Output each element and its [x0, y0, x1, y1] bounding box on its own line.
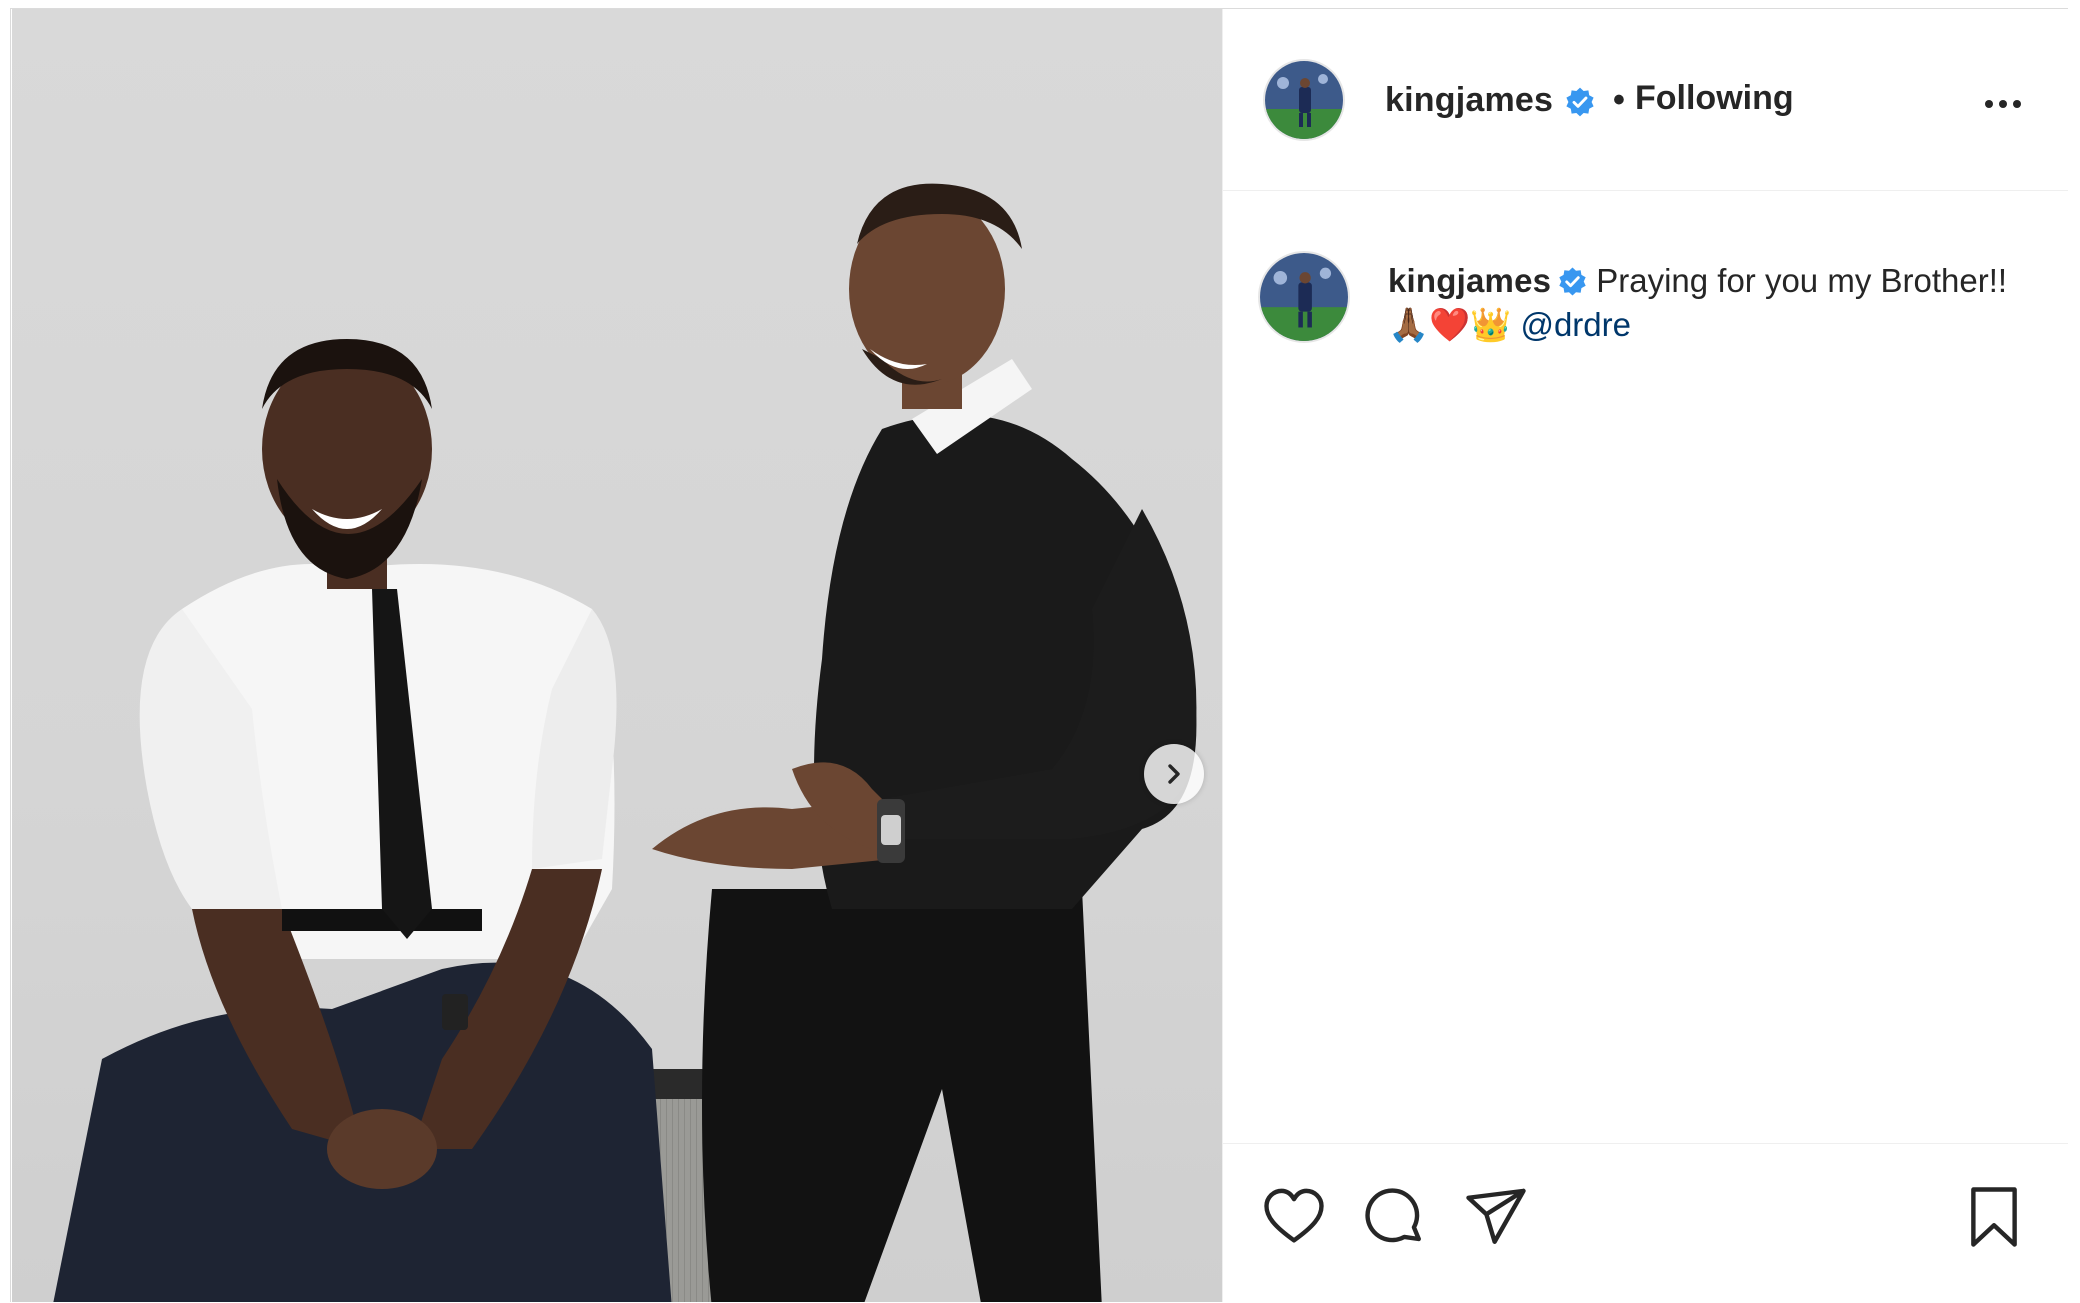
caption-mention-link[interactable]: @drdre — [1520, 306, 1631, 343]
more-options-icon[interactable] — [1983, 97, 2023, 111]
photo-illustration — [53, 183, 1197, 1302]
paper-plane-icon[interactable] — [1463, 1184, 1529, 1250]
heart-icon[interactable] — [1261, 1184, 1327, 1250]
post-sidebar: kingjames • Following kingjames Praying … — [1222, 9, 2068, 1302]
following-button[interactable]: Following — [1635, 79, 1794, 118]
post-photo[interactable] — [12, 9, 1222, 1302]
post-header: kingjames • Following — [1223, 9, 2068, 191]
comment-icon[interactable] — [1361, 1184, 1427, 1250]
next-photo-button[interactable] — [1144, 744, 1204, 804]
post-username[interactable]: kingjames — [1385, 81, 1553, 120]
avatar-image — [1260, 253, 1348, 341]
verified-badge-icon — [1559, 267, 1586, 296]
caption-text: kingjames Praying for you my Brother!! 🙏… — [1388, 259, 2008, 347]
caption-username[interactable]: kingjames — [1388, 262, 1551, 299]
chevron-right-icon — [1168, 764, 1180, 784]
avatar-image — [1265, 61, 1343, 139]
bookmark-icon[interactable] — [1961, 1184, 2027, 1250]
verified-badge-icon — [1566, 87, 1594, 117]
seated-man-figure — [53, 339, 672, 1302]
standing-man-figure — [652, 183, 1197, 1302]
caption-body: Praying for you my Brother!! — [1596, 262, 2008, 299]
header-separator: • — [1613, 81, 1625, 119]
avatar[interactable] — [1263, 59, 1345, 141]
caption-emoji: 🙏🏾❤️👑 — [1388, 305, 1512, 344]
caption-avatar[interactable] — [1258, 251, 1350, 343]
post-actions-bar — [1223, 1143, 2068, 1303]
